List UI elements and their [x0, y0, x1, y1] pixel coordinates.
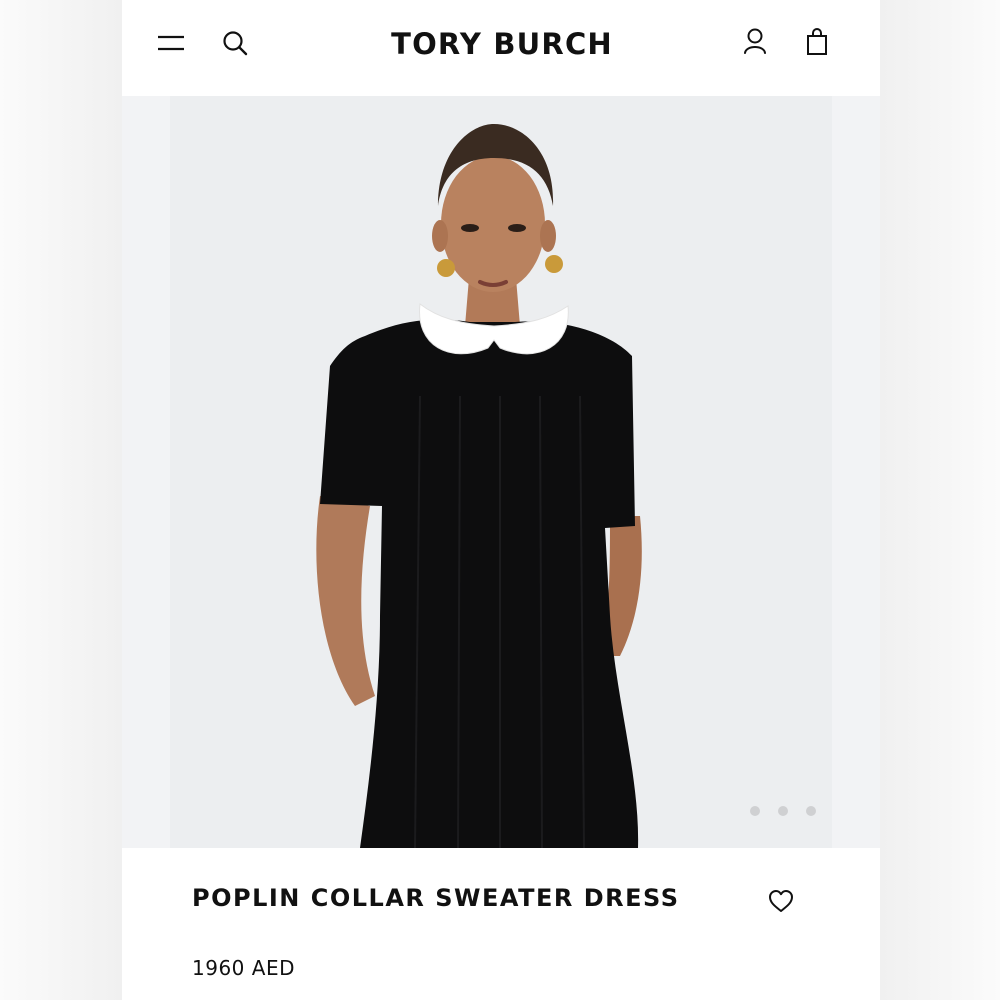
model-photo [170, 96, 832, 848]
menu-icon[interactable] [156, 30, 186, 56]
background-right [880, 0, 1000, 1000]
product-gallery[interactable] [122, 96, 880, 848]
search-icon[interactable] [220, 28, 250, 58]
account-icon[interactable] [740, 26, 770, 58]
background-left [0, 0, 122, 1000]
heart-icon[interactable] [766, 886, 796, 916]
product-info: POPLIN COLLAR SWEATER DRESS 1960 AED [122, 848, 880, 1000]
site-header: TORY BURCH [122, 0, 880, 96]
product-image[interactable] [170, 96, 832, 848]
bag-icon[interactable] [802, 26, 832, 58]
brand-logo[interactable]: TORY BURCH [352, 24, 652, 64]
mobile-page: TORY BURCH POPLIN COLLAR SWEATER DRESS 1… [122, 0, 880, 1000]
gallery-dot[interactable] [806, 806, 816, 816]
gallery-pagination [750, 806, 832, 818]
product-title: POPLIN COLLAR SWEATER DRESS [192, 884, 680, 912]
gallery-dot[interactable] [778, 806, 788, 816]
product-price: 1960 AED [192, 956, 295, 980]
gallery-dot[interactable] [750, 806, 760, 816]
